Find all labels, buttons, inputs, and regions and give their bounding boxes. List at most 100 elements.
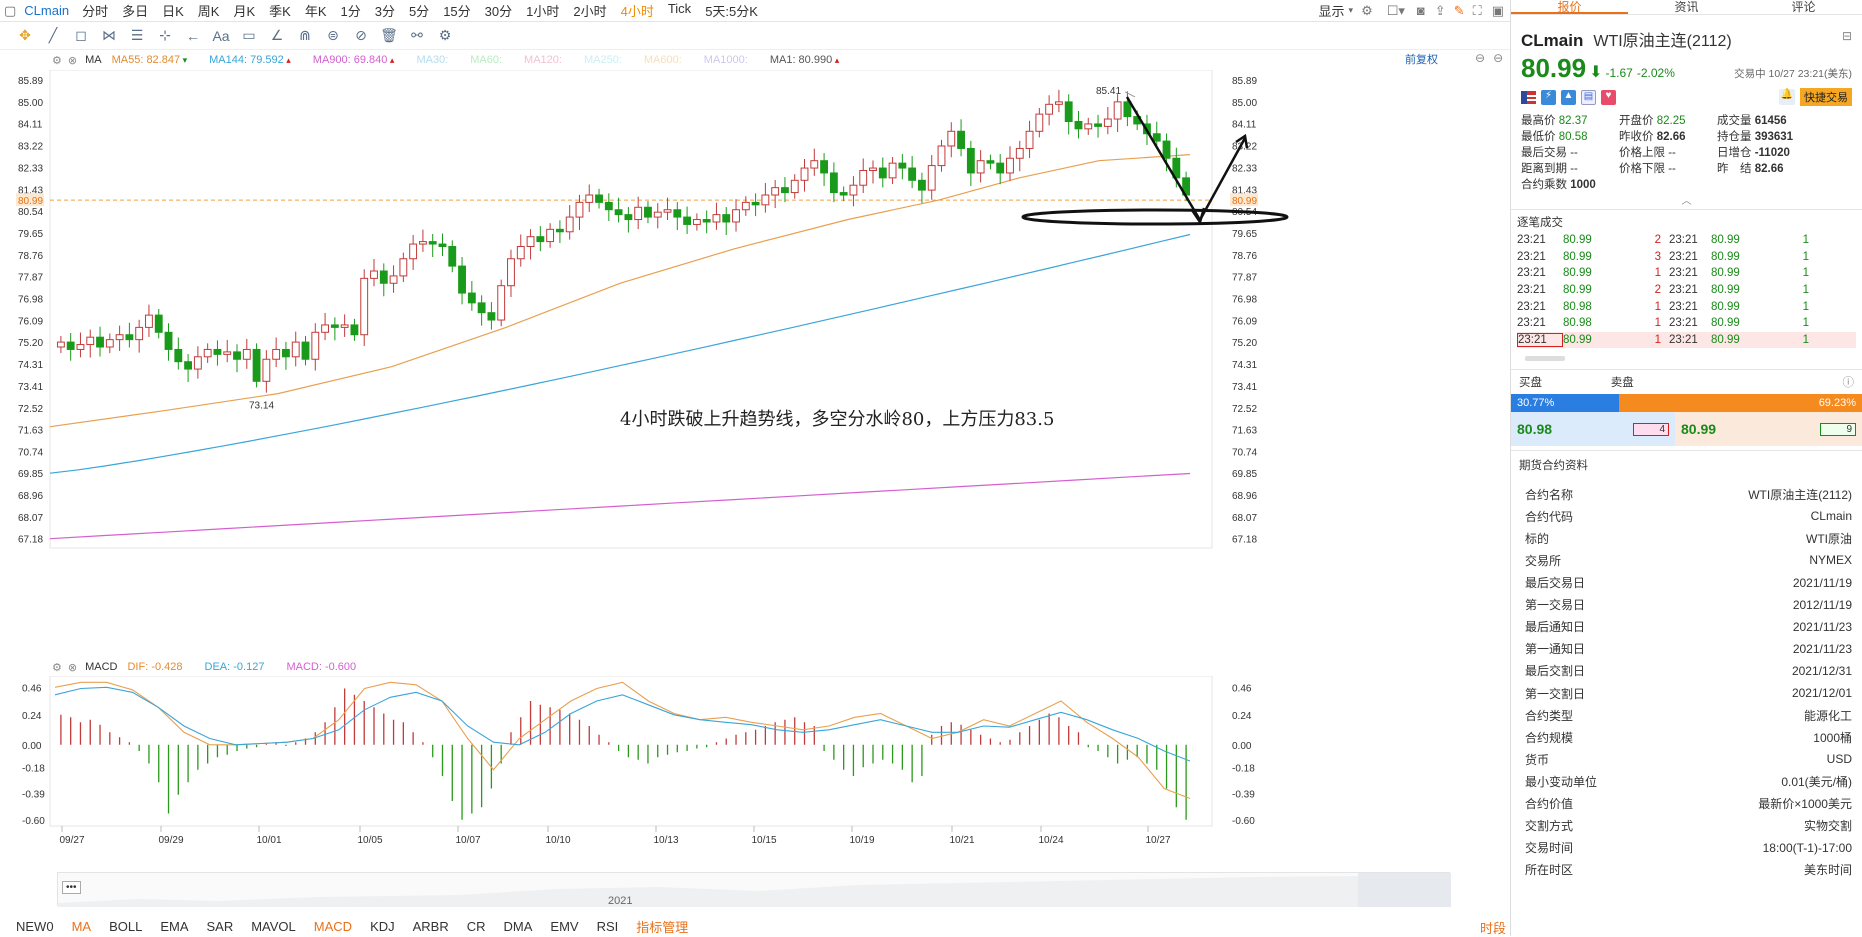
trade-price: 80.99 (1711, 317, 1740, 330)
indicator-tab-MACD[interactable]: MACD (314, 919, 352, 934)
candle-body (340, 324, 349, 328)
trade-row: 23:21 80.98 1 23:21 80.99 1 (1517, 298, 1856, 315)
timeframe-Tick[interactable]: Tick (661, 1, 698, 20)
navigator-window[interactable] (1358, 873, 1451, 907)
collapse-icon[interactable]: ︿ (1521, 192, 1852, 207)
sidebar-toggle-icon[interactable]: ⊟ (1842, 29, 1852, 43)
indicator-tab-指标管理[interactable]: 指标管理 (636, 917, 688, 936)
restore-menu[interactable]: 前复权 (1405, 51, 1438, 67)
timeframe-4小时[interactable]: 4小时 (614, 1, 661, 20)
help-icon[interactable]: ⓘ (1843, 374, 1855, 390)
arrow-tool-icon[interactable]: ← (182, 28, 204, 44)
crosshair-icon[interactable]: ✥ (14, 27, 36, 44)
settings-icon[interactable]: ⚙ (434, 27, 456, 44)
timeframe-分时[interactable]: 分时 (75, 1, 115, 20)
indicator-tab-RSI[interactable]: RSI (597, 919, 619, 934)
candle-body (781, 187, 789, 194)
timeframe-3分[interactable]: 3分 (368, 1, 402, 20)
y-tick-left: 73.41 (18, 382, 43, 393)
settings-icon[interactable]: ⚙ (52, 661, 62, 674)
lightning-icon[interactable]: ⚡ (1541, 89, 1556, 105)
timeframe-周K[interactable]: 周K (191, 1, 227, 20)
navigator-more[interactable]: ••• (62, 881, 81, 894)
ma-indicator-name[interactable]: MA (85, 54, 102, 66)
doc-icon[interactable]: ▤ (1581, 89, 1596, 105)
timeframe-5分[interactable]: 5分 (402, 1, 436, 20)
user-icon[interactable]: ▲ (1561, 89, 1576, 105)
macd-indicator-name[interactable]: MACD (85, 661, 117, 673)
rect-tool-icon[interactable]: ◻ (70, 27, 92, 44)
heart-icon[interactable]: ♥ (1601, 89, 1616, 105)
candle-body (996, 162, 1005, 174)
comment-tool-icon[interactable]: ▭ (238, 27, 260, 44)
timeframe-多日[interactable]: 多日 (115, 1, 155, 20)
trash-icon[interactable]: 🗑 (378, 27, 400, 44)
x-tick-label: 09/29 (158, 835, 183, 846)
y-tick-right: 68.96 (1232, 491, 1257, 502)
settings-icon[interactable]: ⚙ (52, 54, 62, 67)
fork-tool-icon[interactable]: ⋈ (98, 27, 120, 44)
timeframe-30分[interactable]: 30分 (478, 1, 519, 20)
macd-chart[interactable]: 0.46 0.46 0.24 0.24 0.00 0.00 -0.18 -0.18 -0.39 -… (0, 676, 1510, 856)
indicator-tab-ARBR[interactable]: ARBR (413, 919, 449, 934)
timeframe-2小时[interactable]: 2小时 (566, 1, 613, 20)
tab-资讯[interactable]: 资讯 (1628, 0, 1745, 14)
timeframe-月K[interactable]: 月K (226, 1, 262, 20)
indicator-tab-MAVOL[interactable]: MAVOL (251, 919, 296, 934)
symbol-link[interactable]: CLmain (20, 3, 75, 18)
tab-报价[interactable]: 报价 (1511, 0, 1628, 14)
indicator-tab-BOLL[interactable]: BOLL (109, 919, 142, 934)
indicator-tab-KDJ[interactable]: KDJ (370, 919, 395, 934)
trade-scrollbar[interactable] (1525, 356, 1565, 362)
indicator-tab-EMV[interactable]: EMV (550, 919, 578, 934)
candle-body (1006, 157, 1014, 174)
window-icon[interactable]: ▢ (0, 3, 20, 19)
indicator-tab-CR[interactable]: CR (467, 919, 486, 934)
text-tool-icon[interactable]: Aa (210, 28, 232, 44)
camera-icon[interactable]: ◙ (1411, 3, 1431, 18)
ask-box[interactable]: 80.99 9 (1675, 412, 1862, 447)
link-icon[interactable]: ⚯ (406, 27, 428, 44)
pen-icon[interactable]: ✎ (1450, 3, 1469, 19)
timeframe-15分[interactable]: 15分 (436, 1, 477, 20)
display-menu[interactable]: 显示 (1315, 1, 1349, 20)
measure-tool-icon[interactable]: ⊹ (154, 27, 176, 44)
indicator-tab-MA[interactable]: MA (72, 919, 92, 934)
bell-icon[interactable]: 🔔 (1779, 89, 1795, 105)
fib-tool-icon[interactable]: ☰ (126, 27, 148, 44)
session-button[interactable]: 时段 (1480, 918, 1506, 937)
timeframe-季K[interactable]: 季K (262, 1, 298, 20)
share-icon[interactable]: ⇪ (1431, 3, 1450, 19)
checkbox-icon[interactable]: ☐▾ (1381, 3, 1411, 19)
quick-trade-button[interactable]: 快捷交易 (1800, 88, 1852, 106)
line-tool-icon[interactable]: ╱ (42, 27, 64, 44)
hide-icon[interactable]: ⊘ (350, 27, 372, 44)
gear-icon[interactable]: ⚙ (1353, 3, 1381, 19)
timeframe-1分[interactable]: 1分 (333, 1, 367, 20)
timeframe-日K[interactable]: 日K (155, 1, 191, 20)
indicator-tab-SAR[interactable]: SAR (206, 919, 233, 934)
lock-icon[interactable]: ⊜ (322, 27, 344, 44)
ask-price: 80.99 (1681, 421, 1717, 438)
close-icon[interactable]: ⊗ (68, 661, 77, 674)
magnet-icon[interactable]: ⋒ (294, 27, 316, 44)
close-icon[interactable]: ⊗ (68, 54, 77, 67)
fullscreen-icon[interactable]: ⛶ (1469, 3, 1486, 19)
indicator-tab-DMA[interactable]: DMA (504, 919, 533, 934)
timeframe-5天:5分K[interactable]: 5天:5分K (698, 1, 765, 20)
trade-time: 23:21 (1669, 333, 1698, 346)
time-navigator[interactable]: ••• 2021 (57, 872, 1451, 907)
tab-评论[interactable]: 评论 (1745, 0, 1862, 14)
indicator-tab-EMA[interactable]: EMA (160, 919, 188, 934)
timeframe-1小时[interactable]: 1小时 (519, 1, 566, 20)
zoom-out-icon[interactable]: ⊖ (1475, 51, 1485, 65)
timeframe-年K[interactable]: 年K (298, 1, 334, 20)
price-chart[interactable]: 85.89 85.89 85.00 85.00 84.11 84.11 83.22 83.22… (0, 70, 1510, 660)
close-panel-icon[interactable]: ▣ (1486, 3, 1510, 19)
angle-tool-icon[interactable]: ∠ (266, 27, 288, 44)
trade-qty: 1 (1654, 333, 1661, 346)
macd-y-tick-left: 0.24 (22, 711, 42, 722)
reset-icon[interactable]: ⊖ (1493, 51, 1503, 65)
indicator-tab-NEW0[interactable]: NEW0 (16, 919, 54, 934)
bid-box[interactable]: 80.98 4 (1511, 412, 1675, 447)
